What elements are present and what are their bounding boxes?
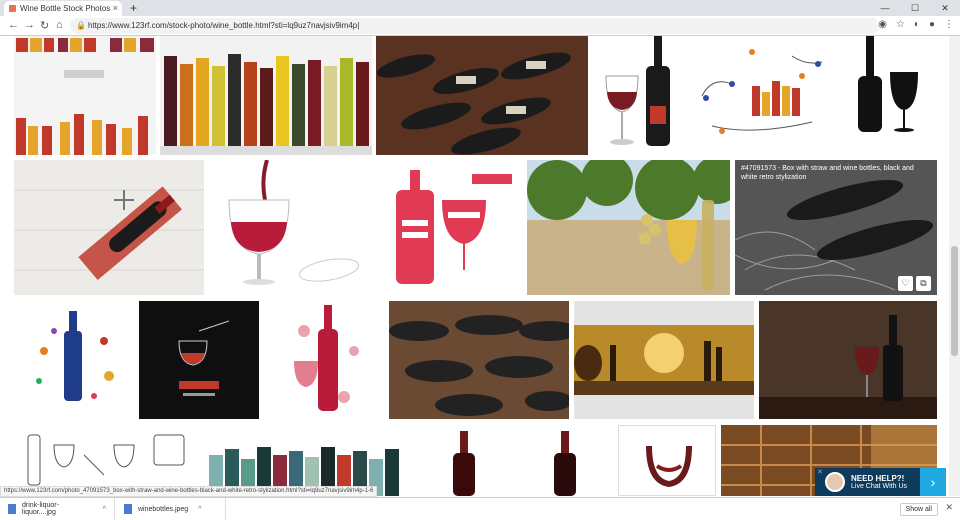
similar-images-icon[interactable]: ⧉ [916,276,931,291]
thumb-hover-caption: #47091573 - Box with straw and wine bott… [741,165,914,181]
chat-title: NEED HELP?! [851,474,905,483]
tab-close-icon[interactable]: × [113,3,118,13]
page-scrollbar[interactable] [949,36,960,496]
chat-subtitle: Live Chat With Us [851,483,908,490]
downloads-bar: drink-liquor-liquor....jpg ^ winebottles… [0,497,960,520]
window-controls: — ☐ ✕ [870,0,960,16]
thumb-wine-list[interactable] [14,36,156,155]
lock-icon: 🔒 [76,21,86,30]
maximize-button[interactable]: ☐ [900,0,930,16]
chat-close-icon[interactable]: ✕ [817,468,823,476]
tab-title: Wine Bottle Stock Photos And Im [20,4,110,13]
image-results-grid: #47091573 - Box with straw and wine bott… [0,36,949,496]
favorite-heart-icon[interactable]: ♡ [898,276,913,291]
account-icon[interactable]: ● [929,19,935,30]
chevron-up-icon[interactable]: ^ [198,506,201,513]
extension-2-icon[interactable]: ◐ [914,19,920,30]
thumb-wine-typography[interactable] [382,160,522,295]
download-item[interactable]: drink-liquor-liquor....jpg ^ [0,498,115,520]
browser-tab[interactable]: Wine Bottle Stock Photos And Im × [4,1,122,16]
back-icon[interactable]: ← [8,19,19,31]
extension-icon[interactable]: ◉ [878,19,887,30]
thumb-bottle-and-glass-dark[interactable] [759,301,937,419]
thumb-red-bottle-2[interactable] [517,425,613,496]
scrollbar-thumb[interactable] [951,246,958,356]
download-item[interactable]: winebottles.jpeg ^ [116,498,226,520]
status-url-tooltip: https://www.123rf.com/photo_47091573_box… [0,486,378,497]
thumb-bottle-row[interactable] [160,36,372,155]
thumb-actions: ♡ ⧉ [898,276,931,291]
menu-icon[interactable]: ⋮ [944,19,954,30]
thumb-cellar-bottles[interactable] [389,301,569,419]
live-chat-widget[interactable]: ✕ NEED HELP?! Live Chat With Us › [815,468,946,496]
thumb-pouring-glass[interactable] [209,160,377,295]
thumb-music-wine[interactable] [692,36,832,155]
download-filename: winebottles.jpeg [138,505,189,513]
close-window-button[interactable]: ✕ [930,0,960,16]
minimize-button[interactable]: — [870,0,900,16]
thumb-wine-swirl-logo[interactable] [618,425,716,496]
thumb-watercolor-bottle[interactable] [264,301,384,419]
download-filename: drink-liquor-liquor....jpg [21,502,59,516]
chat-open-arrow-icon[interactable]: › [920,468,946,496]
thumb-wine-logo[interactable] [139,301,259,419]
show-all-button[interactable]: Show all [899,503,938,516]
bookmark-star-icon[interactable]: ☆ [896,19,905,30]
thumb-glass-and-bottle[interactable] [592,36,688,155]
site-favicon-icon [9,5,16,12]
thumb-silhouette[interactable] [836,36,936,155]
tab-bar: Wine Bottle Stock Photos And Im × + — ☐ … [0,0,960,16]
file-icon [124,504,132,514]
chevron-up-icon[interactable]: ^ [103,506,106,513]
address-bar[interactable]: 🔒 https://www.123rf.com/stock-photo/wine… [70,18,880,34]
thumb-corkscrew[interactable] [14,160,204,295]
thumb-bottle-rack[interactable] [376,36,588,155]
downloads-close-icon[interactable]: ✕ [945,502,953,513]
thumb-vineyard[interactable] [527,160,730,295]
forward-icon[interactable]: → [24,19,35,31]
browser-toolbar: ← → ↻ ⌂ 🔒 https://www.123rf.com/stock-ph… [0,16,960,36]
thumb-sunset-barrels[interactable] [574,301,754,419]
new-tab-button[interactable]: + [130,1,137,15]
toolbar-actions: ◉ ☆ ◐ ● ⋮ [878,19,954,30]
thumb-box-with-straw[interactable]: #47091573 - Box with straw and wine bott… [735,160,937,295]
file-icon [8,504,16,514]
agent-avatar [825,472,845,492]
home-icon[interactable]: ⌂ [56,19,63,31]
reload-icon[interactable]: ↻ [40,19,49,32]
thumb-red-bottle-1[interactable] [416,425,512,496]
thumb-splash-bottle[interactable] [14,301,134,419]
url-text: https://www.123rf.com/stock-photo/wine_b… [88,21,360,30]
